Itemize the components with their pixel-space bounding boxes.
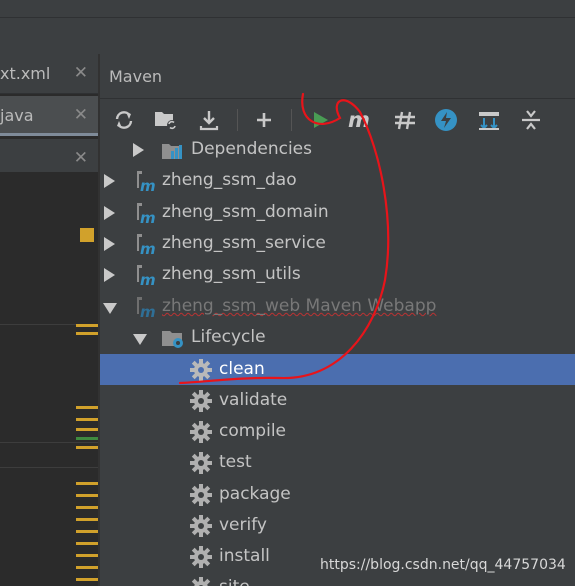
editor-tab-label: xt.xml [0, 64, 51, 83]
reimport-icon[interactable] [109, 105, 139, 135]
svg-text:m: m [140, 271, 156, 286]
lifecycle-goal[interactable]: package [100, 479, 575, 510]
maven-toolbar: m [100, 99, 575, 141]
gear-icon [190, 421, 212, 443]
tree-node-label: compile [219, 421, 287, 441]
dependencies-icon [161, 141, 183, 161]
lifecycle-goal[interactable]: validate [100, 385, 575, 416]
skip-tests-icon[interactable] [431, 105, 461, 135]
expand-arrow-icon[interactable] [104, 174, 115, 188]
download-icon[interactable] [194, 105, 224, 135]
execute-goal-icon[interactable]: m [346, 105, 376, 135]
tree-node-label: package [219, 484, 291, 504]
expand-arrow-icon[interactable] [133, 143, 144, 157]
tree-node-label: install [219, 546, 270, 566]
tree-node-label: Dependencies [191, 141, 312, 159]
gear-icon [190, 452, 212, 474]
expand-arrow-icon[interactable] [104, 206, 115, 220]
lifecycle-folder-icon [161, 327, 183, 349]
generate-sources-icon[interactable] [151, 105, 181, 135]
maven-module-icon: m [134, 264, 156, 289]
svg-text:m: m [140, 240, 156, 255]
tree-node-label: zheng_ssm_utils [162, 264, 301, 284]
collapse-arrow-icon[interactable] [103, 303, 117, 314]
expand-arrow-icon[interactable] [104, 237, 115, 251]
lifecycle-goal[interactable]: test [100, 447, 575, 478]
editor-tab-xml[interactable]: xt.xml ✕ [0, 54, 98, 94]
lifecycle-goal[interactable]: compile [100, 416, 575, 447]
panel-title: Maven [109, 67, 163, 86]
tree-node-label: Lifecycle [191, 327, 266, 347]
editor-tab-label: java [0, 106, 34, 125]
svg-text:m: m [140, 177, 156, 192]
tree-node-label: zheng_ssm_dao [162, 170, 297, 190]
gear-icon [190, 546, 212, 568]
maven-panel: Maven m Dependencies m zheng_ssm_dao m z… [100, 54, 575, 586]
maven-module-icon: m [134, 170, 156, 195]
show-dependencies-icon[interactable] [474, 105, 504, 135]
lifecycle-goal-clean[interactable]: clean [100, 354, 575, 385]
expand-arrow-icon[interactable] [104, 268, 115, 282]
tree-node-dependencies[interactable]: Dependencies [100, 141, 575, 165]
close-icon[interactable]: ✕ [74, 105, 88, 125]
tree-node-label: zheng_ssm_domain [162, 202, 329, 222]
close-icon[interactable]: ✕ [74, 148, 88, 168]
editor-scrollbar-gutter[interactable] [0, 172, 98, 586]
tree-node-label: validate [219, 390, 288, 410]
watermark: https://blog.csdn.net/qq_44757034 [320, 557, 566, 573]
gear-icon [190, 484, 212, 506]
maven-panel-header: Maven [100, 54, 575, 99]
svg-text:m: m [140, 209, 156, 224]
gear-icon [190, 359, 212, 381]
maven-project-tree[interactable]: Dependencies m zheng_ssm_dao m zheng_ssm… [100, 141, 575, 586]
toggle-offline-icon[interactable] [390, 105, 420, 135]
editor-tab-java[interactable]: java ✕ [0, 96, 98, 136]
collapse-arrow-icon[interactable] [133, 334, 147, 345]
top-bar [0, 0, 575, 54]
tree-node-module[interactable]: m zheng_ssm_domain [100, 197, 575, 228]
maven-module-icon: m [134, 202, 156, 227]
tree-node-label: test [219, 452, 252, 472]
close-icon[interactable]: ✕ [74, 63, 88, 83]
gear-icon [190, 577, 212, 586]
gear-icon [190, 515, 212, 537]
run-icon[interactable] [305, 105, 335, 135]
lifecycle-goal[interactable]: verify [100, 510, 575, 541]
error-stripe-markers [76, 172, 98, 586]
lifecycle-goal[interactable]: site [100, 572, 575, 586]
tree-node-lifecycle[interactable]: Lifecycle [100, 322, 575, 353]
tree-node-module[interactable]: m zheng_ssm_utils [100, 259, 575, 290]
tree-node-label: site [219, 577, 250, 586]
svg-text:m: m [140, 303, 156, 318]
tree-node-label: zheng_ssm_service [162, 233, 326, 253]
tree-node-module[interactable]: m zheng_ssm_dao [100, 165, 575, 196]
maven-module-icon: m [134, 296, 156, 321]
tree-node-label: verify [219, 515, 267, 535]
maven-module-icon: m [134, 233, 156, 258]
tree-node-label: zheng_ssm_web Maven Webapp [162, 296, 437, 316]
add-icon[interactable] [249, 105, 279, 135]
tree-node-label: clean [219, 359, 265, 379]
tree-node-module[interactable]: m zheng_ssm_service [100, 228, 575, 259]
gear-icon [190, 390, 212, 412]
svg-text:m: m [348, 109, 370, 131]
collapse-all-icon[interactable] [516, 105, 546, 135]
tree-node-webapp[interactable]: m zheng_ssm_web Maven Webapp [100, 291, 575, 322]
